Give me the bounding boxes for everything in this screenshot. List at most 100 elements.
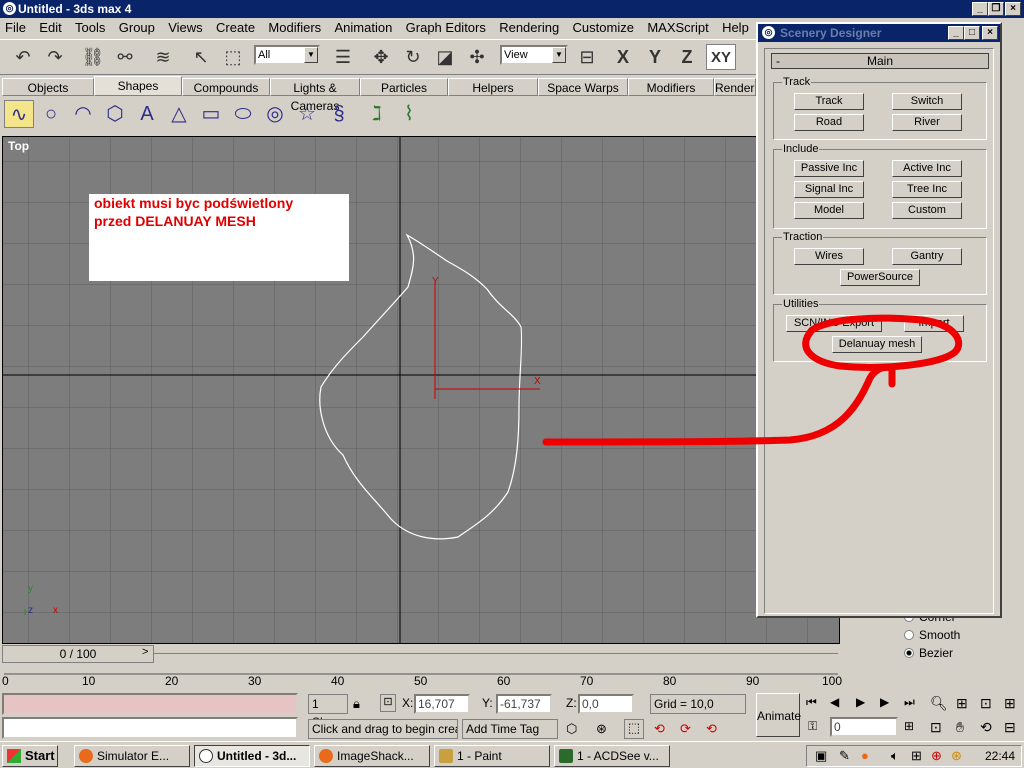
selection-region-icon[interactable]: ⬚ bbox=[220, 44, 246, 70]
arc-shape-icon[interactable]: ◠ bbox=[68, 100, 98, 128]
menu-help[interactable]: Help bbox=[717, 18, 754, 38]
viewport-label[interactable]: Top bbox=[8, 139, 29, 153]
switch-button[interactable]: Switch bbox=[892, 93, 962, 110]
previous-frame-icon[interactable]: ◀ bbox=[830, 695, 839, 709]
taskbar-item-3dsmax[interactable]: Untitled - 3d... bbox=[194, 745, 310, 767]
move-icon[interactable]: ✥ bbox=[368, 44, 394, 70]
minimize-button[interactable]: _ bbox=[972, 2, 988, 16]
taskbar-item-imageshack[interactable]: ImageShack... bbox=[314, 745, 430, 767]
pan-icon[interactable]: ✋︎ bbox=[956, 719, 964, 736]
select-object-icon[interactable]: ↖ bbox=[188, 44, 214, 70]
restrict-y-button[interactable]: Y bbox=[642, 44, 668, 70]
zoom-all-icon[interactable]: ⊞ bbox=[956, 695, 968, 712]
restrict-xy-button[interactable]: XY bbox=[706, 44, 736, 70]
redo-icon[interactable]: ↷ bbox=[42, 44, 68, 70]
tray-tool-icon[interactable]: ✎ bbox=[839, 748, 850, 764]
donut-shape-icon[interactable]: ◎ bbox=[260, 100, 290, 128]
menu-maxscript[interactable]: MAXScript bbox=[642, 18, 713, 38]
menu-edit[interactable]: Edit bbox=[34, 18, 66, 38]
menu-file[interactable]: File bbox=[0, 18, 31, 38]
tab-modifiers[interactable]: Modifiers bbox=[628, 78, 714, 96]
security-icon[interactable]: ⊕ bbox=[931, 748, 942, 764]
undo-icon[interactable]: ↶ bbox=[10, 44, 36, 70]
maxscript-listener-mini[interactable] bbox=[2, 693, 298, 715]
ellipse-shape-icon[interactable]: ⬭ bbox=[228, 100, 258, 128]
pivot-icon[interactable]: ✣ bbox=[464, 44, 490, 70]
gantry-button[interactable]: Gantry bbox=[892, 248, 962, 265]
network-icon[interactable]: ⊞ bbox=[911, 748, 922, 764]
scn-inc-export-button[interactable]: SCN/INC Export bbox=[786, 315, 882, 332]
region-zoom-icon[interactable]: ⊡ bbox=[930, 719, 942, 736]
add-time-tag-button[interactable]: Add Time Tag bbox=[462, 719, 558, 739]
tab-rendering[interactable]: Rendering bbox=[714, 78, 756, 96]
dialog-titlebar[interactable]: ◎ Scenery Designer _ □ × bbox=[758, 24, 1000, 42]
bind-space-warp-icon[interactable]: ≋ bbox=[150, 44, 176, 70]
tab-space-warps[interactable]: Space Warps bbox=[538, 78, 628, 96]
zoom-extents-all-icon[interactable]: ⊞ bbox=[1004, 695, 1016, 712]
close-button[interactable]: × bbox=[1005, 2, 1021, 16]
go-to-end-icon[interactable]: ⏭ bbox=[904, 695, 915, 710]
menu-views[interactable]: Views bbox=[163, 18, 207, 38]
lock-icon[interactable]: 🔒︎ bbox=[353, 696, 360, 712]
maximize-viewport-icon[interactable]: ⊟ bbox=[1004, 719, 1016, 736]
tab-lights-cameras[interactable]: Lights & Cameras bbox=[270, 78, 360, 113]
window-crossing-icon[interactable]: ⟳ bbox=[680, 721, 691, 737]
reference-coordinate-dropdown[interactable]: View ▼ bbox=[500, 45, 568, 65]
radio-bezier[interactable]: Bezier bbox=[904, 646, 953, 660]
ngon-shape-icon[interactable]: ⬡ bbox=[100, 100, 130, 128]
rotate-icon[interactable]: ↻ bbox=[400, 44, 426, 70]
unlink-icon[interactable]: ⚯ bbox=[112, 44, 138, 70]
max-app-icon[interactable]: ◎ bbox=[3, 2, 16, 15]
select-link-icon[interactable]: ⛓ bbox=[80, 44, 106, 70]
taskbar-item-paint[interactable]: 1 - Paint bbox=[434, 745, 550, 767]
next-frame-icon[interactable]: ▶ bbox=[880, 695, 889, 709]
tray-app-icon[interactable]: ▣ bbox=[815, 748, 827, 764]
tab-particles[interactable]: Particles bbox=[360, 78, 448, 96]
tab-shapes[interactable]: Shapes bbox=[94, 76, 182, 96]
update-icon[interactable]: ⊛ bbox=[951, 748, 962, 764]
radio-smooth[interactable]: Smooth bbox=[904, 628, 960, 642]
time-slider[interactable]: 0 / 100 bbox=[2, 645, 154, 663]
passive-inc-button[interactable]: Passive Inc bbox=[794, 160, 864, 177]
main-rollout-header[interactable]: - Main bbox=[771, 53, 989, 69]
selection-filter-dropdown[interactable]: All ▼ bbox=[254, 45, 320, 65]
percent-snap-icon[interactable]: ⬚ bbox=[624, 719, 644, 739]
angle-snap-icon[interactable]: ⊛ bbox=[596, 721, 607, 737]
menu-modifiers[interactable]: Modifiers bbox=[263, 18, 326, 38]
helix-shape-icon[interactable]: § bbox=[324, 100, 354, 128]
animate-button[interactable]: Animate bbox=[756, 693, 801, 737]
dialog-maximize-button[interactable]: □ bbox=[964, 26, 980, 40]
volume-icon[interactable]: 🔈︎ bbox=[891, 748, 899, 764]
delanuay-mesh-button[interactable]: Delanuay mesh bbox=[832, 336, 922, 353]
snap-toggle-icon[interactable]: ⬡ bbox=[566, 721, 577, 737]
scale-icon[interactable]: ◪ bbox=[432, 44, 458, 70]
wires-button[interactable]: Wires bbox=[794, 248, 864, 265]
top-viewport[interactable]: Top obiekt musi byc podświetlony przed D… bbox=[2, 136, 840, 644]
custom-button[interactable]: Custom bbox=[892, 202, 962, 219]
menu-tools[interactable]: Tools bbox=[70, 18, 110, 38]
start-button[interactable]: Start bbox=[2, 745, 58, 767]
tray-firefox-icon[interactable]: ● bbox=[861, 748, 869, 763]
dialog-minimize-button[interactable]: _ bbox=[948, 26, 964, 40]
tab-objects[interactable]: Objects bbox=[2, 78, 94, 96]
chevron-right-icon[interactable]: > bbox=[142, 646, 148, 658]
menu-rendering[interactable]: Rendering bbox=[494, 18, 564, 38]
degradation-override-icon[interactable]: ⟲ bbox=[706, 721, 717, 737]
active-inc-button[interactable]: Active Inc bbox=[892, 160, 962, 177]
restrict-z-button[interactable]: Z bbox=[674, 44, 700, 70]
script-tool-2-icon[interactable]: ⌇ bbox=[394, 100, 424, 128]
restrict-x-button[interactable]: X bbox=[610, 44, 636, 70]
time-config-icon[interactable]: ⊞ bbox=[904, 719, 914, 733]
spinner-snap-icon[interactable]: ⟲ bbox=[654, 721, 665, 737]
track-bar[interactable]: 0 10 20 30 40 50 60 70 80 90 100 bbox=[0, 663, 842, 691]
tab-compounds[interactable]: Compounds bbox=[182, 78, 270, 96]
current-frame-field[interactable]: 0 bbox=[830, 717, 898, 737]
absolute-mode-icon[interactable]: ⊡ bbox=[380, 694, 396, 712]
tab-helpers[interactable]: Helpers bbox=[448, 78, 538, 96]
menu-customize[interactable]: Customize bbox=[568, 18, 639, 38]
text-shape-icon[interactable]: A bbox=[132, 100, 162, 128]
rectangle-shape-icon[interactable]: ▭ bbox=[196, 100, 226, 128]
play-icon[interactable]: ▶ bbox=[856, 695, 865, 709]
script-tool-icon[interactable]: ℷ bbox=[362, 100, 392, 128]
select-by-name-icon[interactable]: ☰ bbox=[330, 44, 356, 70]
